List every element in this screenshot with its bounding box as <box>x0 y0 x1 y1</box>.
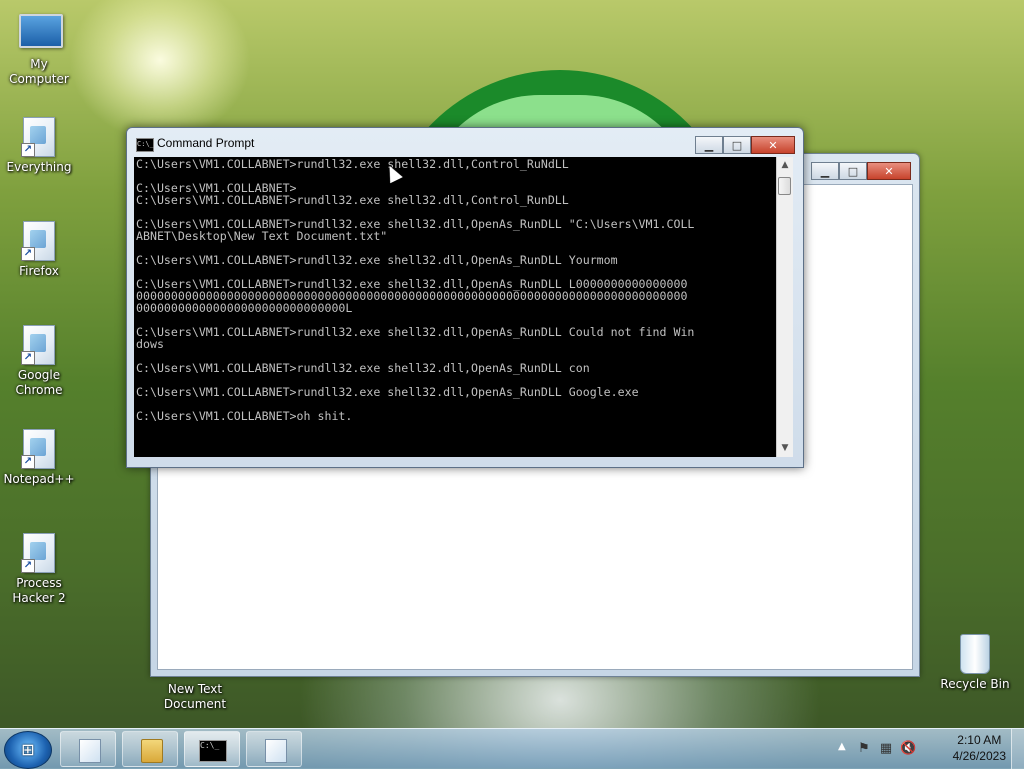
desktop-icon-label: Firefox <box>19 264 59 278</box>
background-window-caption-buttons: ▁ □ ✕ <box>811 162 911 180</box>
desktop-icon-everything[interactable]: ↗ Everything <box>1 117 77 175</box>
folder-icon <box>141 739 163 763</box>
network-icon[interactable]: ▦ <box>878 741 894 757</box>
desktop-icon-recycle-bin[interactable]: Recycle Bin <box>937 632 1013 692</box>
close-button[interactable]: ✕ <box>751 136 795 154</box>
desktop-icon-google-chrome[interactable]: ↗ Google Chrome <box>1 325 77 398</box>
system-tray: ▲ ⚑ ▦ 🔇 2:10 AM 4/26/2023 <box>834 729 1024 769</box>
notepad-icon <box>265 739 287 763</box>
start-button[interactable]: ⊞ <box>4 731 52 769</box>
minimize-button[interactable]: ▁ <box>811 162 839 180</box>
close-button[interactable]: ✕ <box>867 162 911 180</box>
maximize-button[interactable]: □ <box>723 136 751 154</box>
desktop-icon-label: Process Hacker 2 <box>12 576 66 605</box>
desktop-icon-label: Everything <box>6 160 72 174</box>
taskbar-button-explorer[interactable] <box>122 731 178 767</box>
clock-date: 4/26/2023 <box>952 749 1006 763</box>
desktop-icon-label: My Computer <box>9 57 69 86</box>
volume-muted-icon[interactable]: 🔇 <box>900 741 916 757</box>
recycle-bin-icon <box>955 634 995 674</box>
command-prompt-window[interactable]: C:\_ Command Prompt ▁ □ ✕ C:\Users\VM1.C… <box>126 127 804 468</box>
show-hidden-icons-icon[interactable]: ▲ <box>838 741 846 752</box>
desktop-icon-new-text-document[interactable]: New Text Document <box>157 682 233 712</box>
command-prompt-icon: C:\_ <box>136 138 154 152</box>
minimize-button[interactable]: ▁ <box>695 136 723 154</box>
desktop-icon-label: New Text Document <box>163 682 227 711</box>
window-title: Command Prompt <box>157 136 255 150</box>
desktop-icon-my-computer[interactable]: My Computer <box>1 10 77 87</box>
desktop-icon-firefox[interactable]: ↗ Firefox <box>1 221 77 279</box>
shortcut-file-icon: ↗ <box>19 533 59 573</box>
shortcut-file-icon: ↗ <box>19 325 59 365</box>
console-output[interactable]: C:\Users\VM1.COLLABNET>rundll32.exe shel… <box>134 157 776 457</box>
notepad-icon <box>79 739 101 763</box>
clock-time: 2:10 AM <box>957 733 1002 747</box>
scroll-thumb[interactable] <box>778 177 791 195</box>
desktop-icon-notepad-plus[interactable]: ↗ Notepad++ <box>1 429 77 487</box>
desktop-icon-label: Google Chrome <box>15 368 63 397</box>
taskbar: ⊞ C:\_ ▲ ⚑ ▦ 🔇 2:10 AM 4/26/2023 <box>0 728 1024 769</box>
maximize-button[interactable]: □ <box>839 162 867 180</box>
shortcut-file-icon: ↗ <box>19 221 59 261</box>
desktop-icon-label: Recycle Bin <box>940 677 1010 691</box>
vertical-scrollbar[interactable]: ▲ ▼ <box>776 157 793 457</box>
taskbar-button-notepad[interactable] <box>60 731 116 767</box>
shortcut-file-icon: ↗ <box>19 117 59 157</box>
show-desktop-button[interactable] <box>1011 729 1024 769</box>
cmd-caption-buttons: ▁ □ ✕ <box>695 136 795 154</box>
desktop-icon-label: Notepad++ <box>3 472 75 486</box>
desktop-icon-process-hacker[interactable]: ↗ Process Hacker 2 <box>1 533 77 606</box>
taskbar-button-notepad-2[interactable] <box>246 731 302 767</box>
command-prompt-icon: C:\_ <box>199 740 227 762</box>
scroll-down-icon[interactable]: ▼ <box>777 440 793 457</box>
shortcut-file-icon: ↗ <box>19 429 59 469</box>
clock[interactable]: 2:10 AM 4/26/2023 <box>953 732 1006 764</box>
computer-icon <box>19 14 63 54</box>
console-text: C:\Users\VM1.COLLABNET>rundll32.exe shel… <box>136 157 695 423</box>
flag-icon[interactable]: ⚑ <box>856 741 872 757</box>
scroll-up-icon[interactable]: ▲ <box>777 157 793 174</box>
taskbar-button-command-prompt[interactable]: C:\_ <box>184 731 240 767</box>
